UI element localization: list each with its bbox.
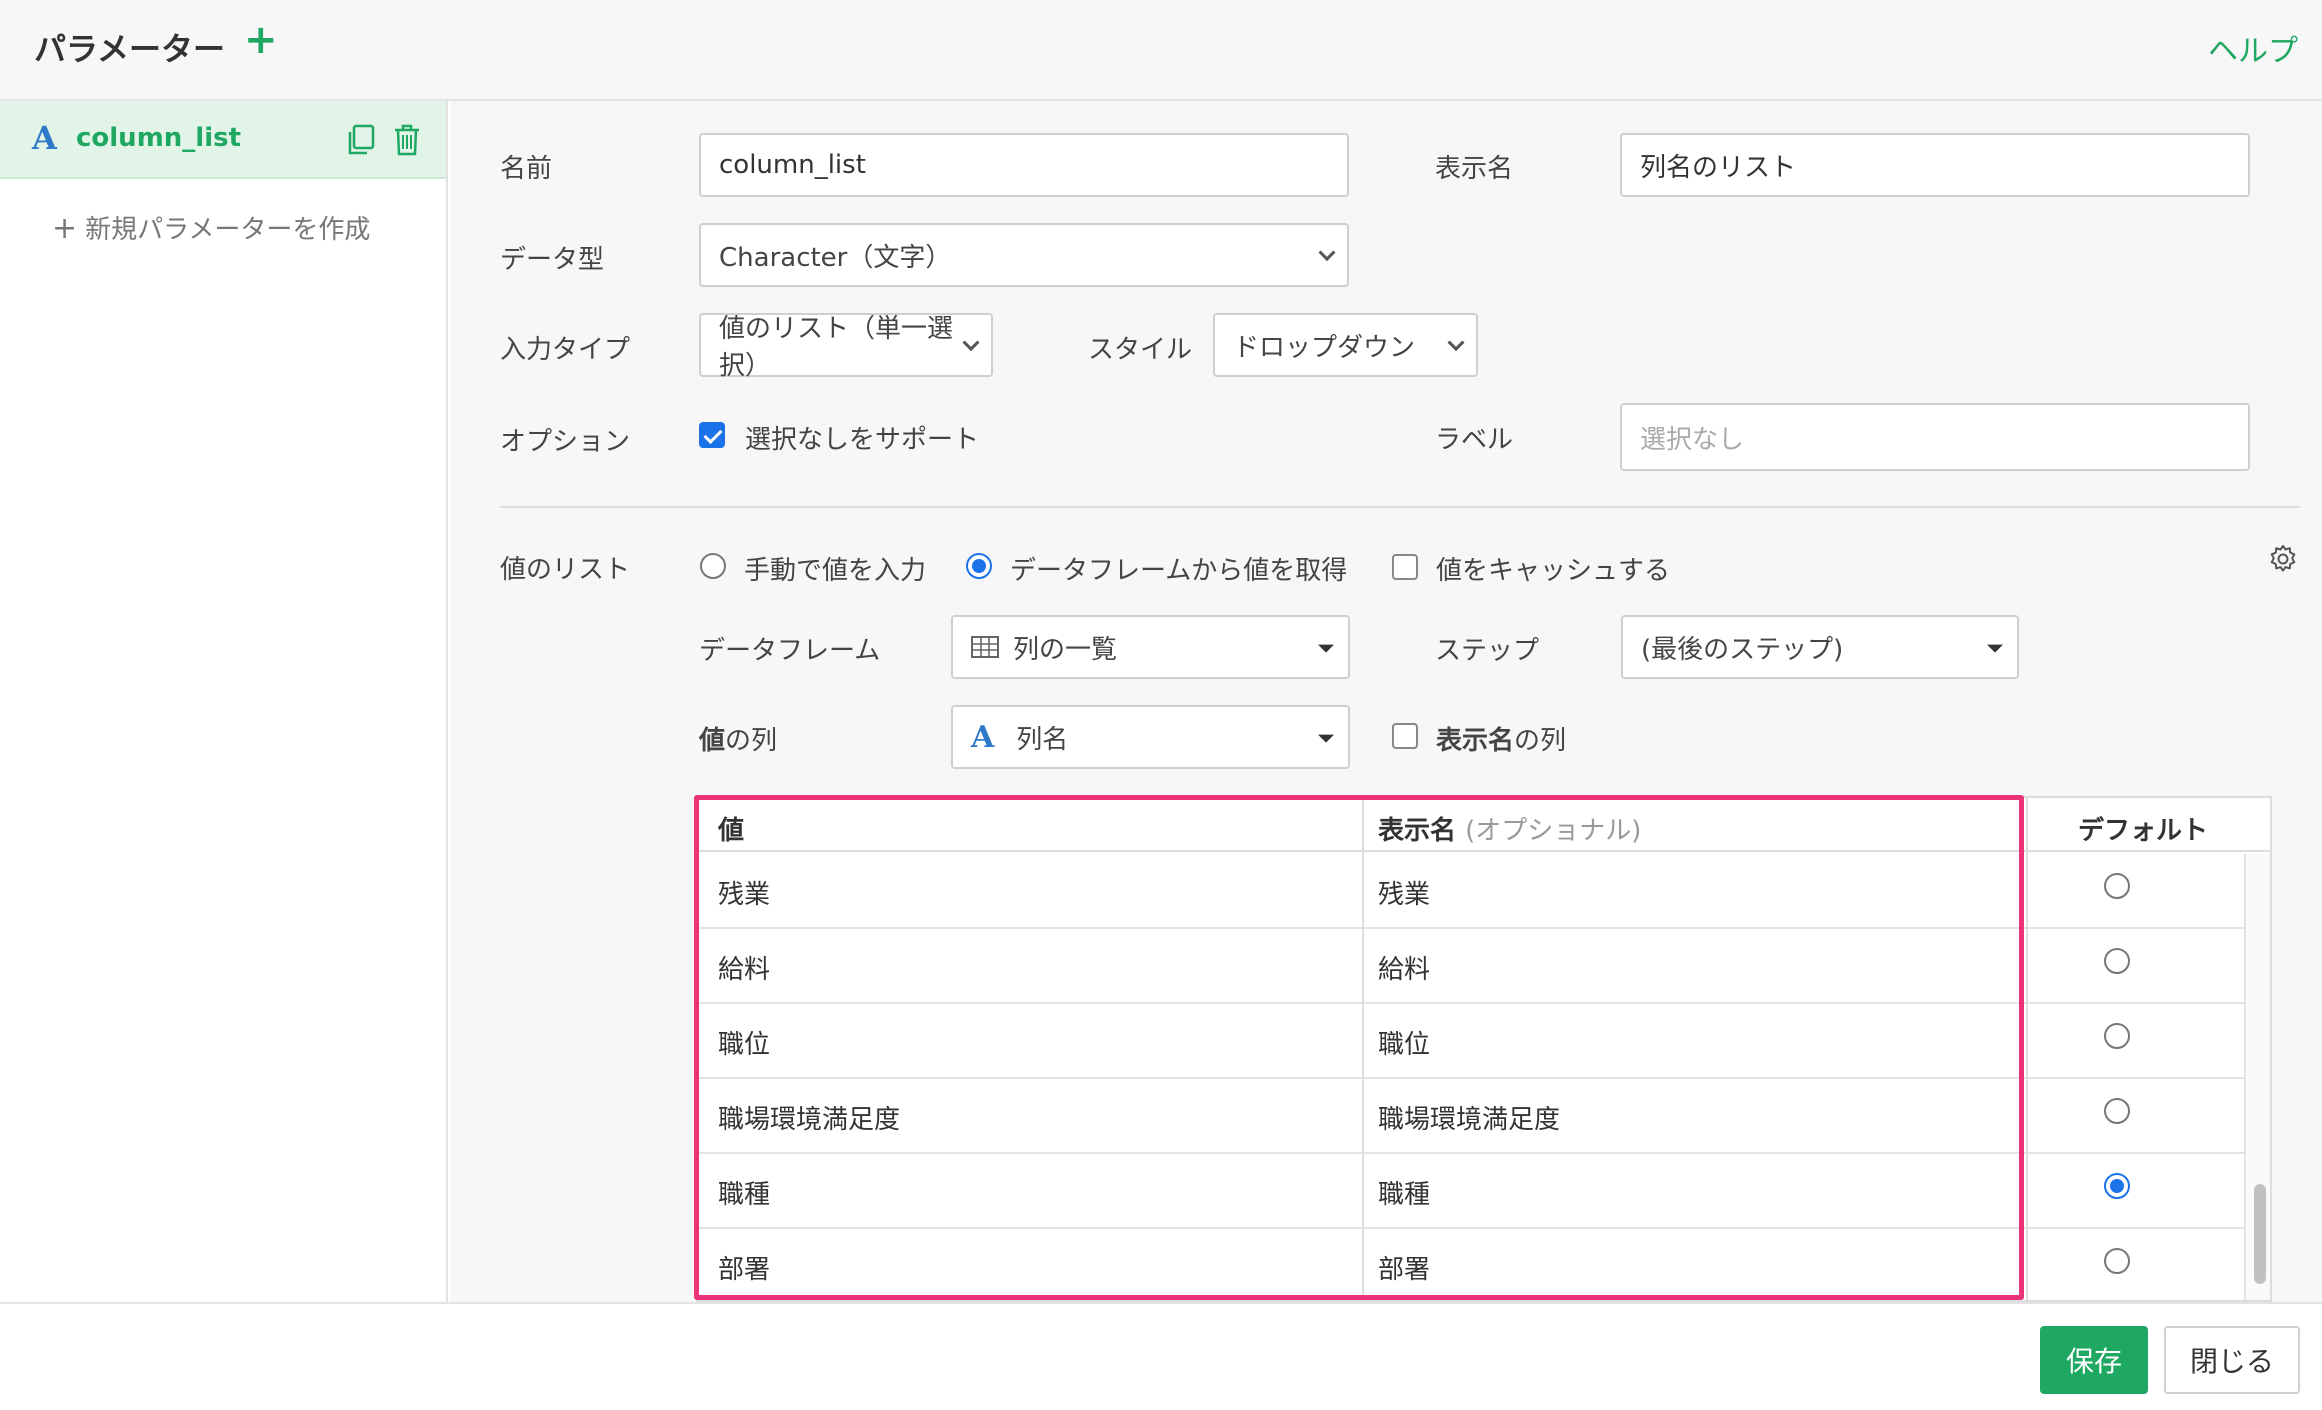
display-name-label: 表示名	[1435, 154, 1514, 184]
display-cell[interactable]: 部署	[1378, 1249, 1430, 1286]
value-cell[interactable]: 残業	[718, 874, 770, 911]
step-value: (最後のステップ)	[1641, 634, 1844, 665]
data-type-value: Character（文字）	[719, 242, 952, 273]
data-type-label: データ型	[500, 245, 605, 275]
dialog-footer: 保存 閉じる	[0, 1302, 2322, 1410]
chevron-down-icon	[1447, 334, 1465, 352]
table-row: 職位 職位	[698, 1004, 2244, 1079]
value-cell[interactable]: 給料	[718, 949, 770, 986]
style-value: ドロップダウン	[1233, 332, 1416, 363]
default-radio[interactable]	[2104, 873, 2130, 899]
label-label: ラベル	[1435, 425, 1514, 455]
display-cell[interactable]: 職位	[1378, 1024, 1430, 1061]
caret-down-icon	[1318, 644, 1334, 653]
column-divider	[2026, 798, 2028, 1300]
display-cell[interactable]: 職場環境満足度	[1378, 1099, 1560, 1136]
dataframe-select[interactable]: 列の一覧	[951, 615, 1350, 679]
name-label: 名前	[500, 154, 553, 184]
table-row: 部署 部署	[698, 1229, 2244, 1300]
caret-down-icon	[1987, 644, 2003, 653]
character-type-icon: A	[32, 119, 57, 157]
cache-values-checkbox[interactable]	[1392, 554, 1418, 580]
value-column-select[interactable]: A 列名	[951, 705, 1350, 769]
page-title: パラメーター	[34, 30, 226, 68]
label-input[interactable]: 選択なし	[1620, 403, 2250, 471]
style-select[interactable]: ドロップダウン	[1213, 313, 1478, 377]
table-row: 残業 残業	[698, 854, 2244, 929]
dataframe-source-label: データフレームから値を取得	[1010, 556, 1348, 586]
column-divider	[1362, 798, 1364, 1300]
add-parameter-icon[interactable]: +	[244, 20, 278, 60]
table-icon	[971, 636, 999, 658]
display-cell[interactable]: 残業	[1378, 874, 1430, 911]
option-label: オプション	[500, 427, 631, 457]
new-parameter-label: 新規パラメーターを作成	[85, 215, 371, 245]
table-scrollbar[interactable]	[2244, 854, 2270, 1300]
default-radio[interactable]	[2104, 1098, 2130, 1124]
value-cell[interactable]: 職場環境満足度	[718, 1099, 900, 1136]
trash-icon[interactable]	[392, 123, 422, 157]
duplicate-icon[interactable]	[346, 123, 376, 157]
input-type-value: 値のリスト（単一選択）	[719, 314, 954, 381]
value-cell[interactable]: 職位	[718, 1024, 770, 1061]
value-list-label: 値のリスト	[500, 555, 631, 585]
sidebar-item-column-list[interactable]: A column_list	[0, 101, 446, 179]
support-none-checkbox[interactable]	[699, 422, 725, 448]
default-column-header: デフォルト	[2078, 816, 2209, 846]
default-radio-selected[interactable]	[2104, 1173, 2130, 1199]
cache-values-label: 値をキャッシュする	[1436, 556, 1671, 586]
display-cell[interactable]: 給料	[1378, 949, 1430, 986]
parameter-sidebar: A column_list + 新規パラメーターを作成	[0, 101, 448, 1302]
table-header: 値 表示名 (オプショナル) デフォルト	[698, 798, 2270, 852]
value-list-table: 値 表示名 (オプショナル) デフォルト 残業 残業 給料 給料 職位 職位 職…	[696, 796, 2272, 1302]
help-link[interactable]: ヘルプ	[2208, 26, 2298, 70]
display-name-input[interactable]: 列名のリスト	[1620, 133, 2250, 197]
name-input[interactable]: column_list	[699, 133, 1349, 197]
default-radio[interactable]	[2104, 1023, 2130, 1049]
value-column-value: 列名	[1016, 724, 1069, 755]
step-select[interactable]: (最後のステップ)	[1621, 615, 2019, 679]
dataframe-label: データフレーム	[699, 636, 881, 666]
dialog-header: パラメーター + ヘルプ	[0, 0, 2322, 101]
value-column-header: 値	[718, 816, 745, 846]
style-label: スタイル	[1088, 335, 1193, 365]
table-row: 給料 給料	[698, 929, 2244, 1004]
display-column-header: 表示名 (オプショナル)	[1378, 816, 1642, 846]
support-none-label: 選択なしをサポート	[745, 425, 980, 455]
input-type-label: 入力タイプ	[500, 335, 631, 365]
chevron-down-icon	[1318, 244, 1336, 262]
default-radio[interactable]	[2104, 1248, 2130, 1274]
value-cell[interactable]: 部署	[718, 1249, 770, 1286]
data-type-select[interactable]: Character（文字）	[699, 223, 1349, 287]
plus-icon: +	[52, 211, 78, 246]
sidebar-item-label: column_list	[76, 123, 242, 153]
table-row: 職場環境満足度 職場環境満足度	[698, 1079, 2244, 1154]
display-column-checkbox[interactable]	[1392, 723, 1418, 749]
character-type-icon: A	[971, 719, 995, 755]
section-divider	[500, 506, 2300, 508]
input-type-select[interactable]: 値のリスト（単一選択）	[699, 313, 993, 381]
table-row: 職種 職種	[698, 1154, 2244, 1229]
manual-input-radio[interactable]	[700, 553, 726, 579]
step-label: ステップ	[1435, 636, 1540, 666]
value-cell[interactable]: 職種	[718, 1174, 770, 1211]
default-radio[interactable]	[2104, 948, 2130, 974]
scrollbar-thumb[interactable]	[2254, 1184, 2266, 1284]
display-cell[interactable]: 職種	[1378, 1174, 1430, 1211]
value-column-label: 値の列	[699, 726, 778, 756]
save-button[interactable]: 保存	[2040, 1326, 2148, 1394]
caret-down-icon	[1318, 734, 1334, 743]
close-button[interactable]: 閉じる	[2164, 1326, 2300, 1394]
dataframe-source-radio[interactable]	[966, 553, 992, 579]
new-parameter-button[interactable]: + 新規パラメーターを作成	[52, 209, 370, 246]
display-column-label: 表示名の列	[1436, 726, 1567, 756]
manual-input-label: 手動で値を入力	[744, 556, 927, 586]
gear-icon[interactable]	[2268, 544, 2298, 574]
dataframe-value: 列の一覧	[1013, 634, 1118, 665]
parameter-form: 名前 column_list 表示名 列名のリスト データ型 Character…	[450, 101, 2322, 1302]
